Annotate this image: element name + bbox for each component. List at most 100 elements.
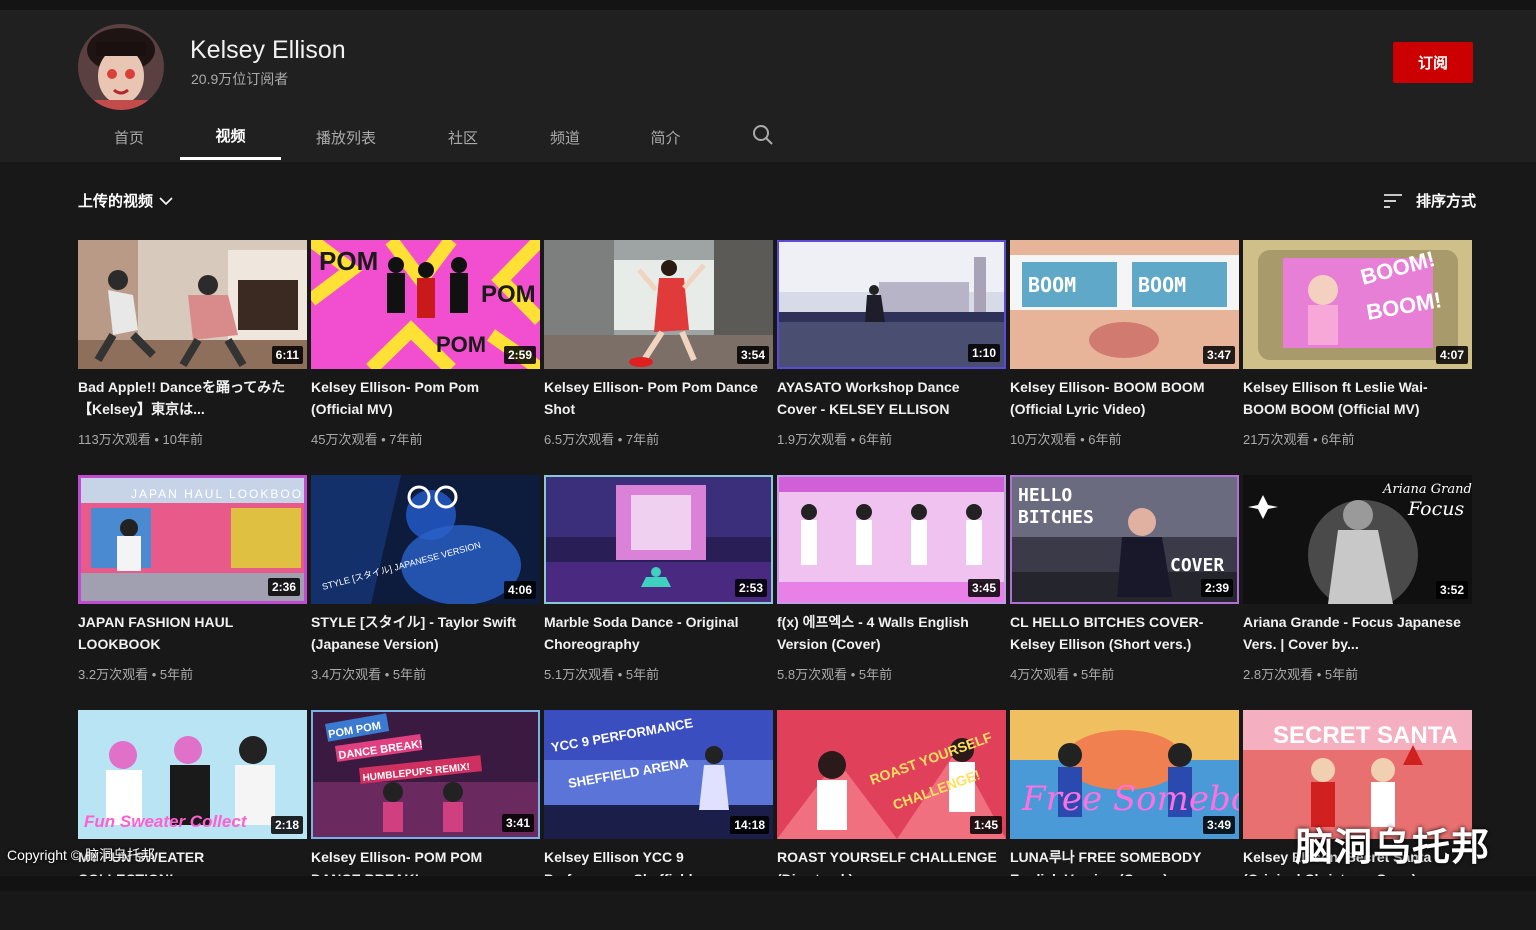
video-title[interactable]: JAPAN FASHION HAUL LOOKBOOK <box>78 611 300 655</box>
video-title[interactable]: AYASATO Workshop Dance Cover - KELSEY EL… <box>777 376 999 420</box>
sort-button[interactable]: 排序方式 <box>1382 190 1476 211</box>
video-thumbnail[interactable]: BOOM BOOM 3:47 <box>1010 240 1239 369</box>
copyright-watermark: Copyright © 脑洞乌托邦 <box>7 847 156 863</box>
video-card[interactable]: JAPAN HAUL LOOKBOOK 2:36 JAPAN FASHION H… <box>78 475 307 695</box>
tab-videos[interactable]: 视频 <box>180 114 281 160</box>
video-thumbnail[interactable]: 3:54 <box>544 240 773 369</box>
video-card[interactable]: BOOM BOOM 3:47 Kelsey Ellison- BOOM BOOM… <box>1010 240 1239 460</box>
video-card[interactable]: 6:11 Bad Apple!! Danceを踊ってみた【Kelsey】東京は.… <box>78 240 307 460</box>
video-title[interactable]: Bad Apple!! Danceを踊ってみた【Kelsey】東京は... <box>78 376 300 420</box>
subscribe-button[interactable]: 订阅 <box>1393 42 1473 83</box>
video-card[interactable]: POM POM POM 2:59 Kelsey Ellison- Pom Pom… <box>311 240 540 460</box>
video-meta: 21万次观看 • 6年前 <box>1243 432 1355 447</box>
sort-icon <box>1383 193 1402 208</box>
svg-text:COVER: COVER <box>1170 555 1224 576</box>
channel-avatar[interactable] <box>78 24 164 110</box>
video-thumbnail[interactable]: Ariana Grande Focus 3:52 <box>1243 475 1472 604</box>
chevron-down-icon <box>159 196 173 205</box>
video-card[interactable]: POM POM DANCE BREAK! HUMBLEPUPS REMIX! 3… <box>311 710 540 930</box>
bottom-band <box>0 876 1536 891</box>
svg-text:Ariana Grande: Ariana Grande <box>1382 482 1472 497</box>
video-thumbnail[interactable]: Fun Sweater Collect 2:18 <box>78 710 307 839</box>
video-duration: 3:41 <box>501 814 534 832</box>
video-card[interactable]: Free Somebody 3:49 LUNA루나 FREE SOMEBODY … <box>1010 710 1239 930</box>
video-duration: 6:11 <box>271 346 303 364</box>
video-duration: 3:49 <box>1202 816 1235 834</box>
video-card[interactable]: 2:53 Marble Soda Dance - Original Choreo… <box>544 475 773 695</box>
video-title[interactable]: Marble Soda Dance - Original Choreograph… <box>544 611 766 655</box>
video-thumbnail[interactable]: STYLE [スタイル] JAPANESE VERSION 4:06 <box>311 475 540 604</box>
video-card[interactable]: 1:10 AYASATO Workshop Dance Cover - KELS… <box>777 240 1006 460</box>
video-thumbnail[interactable]: POM POM POM 2:59 <box>311 240 540 369</box>
video-card[interactable]: YCC 9 PERFORMANCE SHEFFIELD ARENA 14:18 … <box>544 710 773 930</box>
video-title[interactable]: CL HELLO BITCHES COVER- Kelsey Ellison (… <box>1010 611 1232 655</box>
tab-channels[interactable]: 频道 <box>515 114 615 160</box>
svg-text:Focus: Focus <box>1407 498 1464 520</box>
svg-text:BOOM: BOOM <box>1138 273 1186 297</box>
video-card[interactable]: STYLE [スタイル] JAPANESE VERSION 4:06 STYLE… <box>311 475 540 695</box>
browser-top-strip <box>0 0 1536 10</box>
video-duration: 3:45 <box>967 579 1000 597</box>
video-meta: 2.8万次观看 • 5年前 <box>1243 667 1359 682</box>
video-thumbnail[interactable]: 3:45 <box>777 475 1006 604</box>
video-meta: 1.9万次观看 • 6年前 <box>777 432 893 447</box>
section-title: 上传的视频 <box>78 193 154 210</box>
video-thumbnail[interactable]: Free Somebody 3:49 <box>1010 710 1239 839</box>
video-duration: 3:54 <box>736 346 769 364</box>
video-card[interactable]: ROAST YOURSELF CHALLENGE! 1:45 ROAST YOU… <box>777 710 1006 930</box>
section-bar: 上传的视频 排序方式 <box>78 186 1476 216</box>
uploads-dropdown[interactable]: 上传的视频 <box>78 190 173 211</box>
video-duration: 1:45 <box>969 816 1002 834</box>
video-meta: 5.1万次观看 • 5年前 <box>544 667 660 682</box>
video-duration: 1:10 <box>967 344 1000 362</box>
video-thumbnail[interactable]: YCC 9 PERFORMANCE SHEFFIELD ARENA 14:18 <box>544 710 773 839</box>
video-title[interactable]: Kelsey Ellison- Pom Pom Dance Shot <box>544 376 766 420</box>
video-title[interactable]: Kelsey Ellison ft Leslie Wai- BOOM BOOM … <box>1243 376 1465 420</box>
video-card[interactable]: Fun Sweater Collect 2:18 MY FUN SWEATER … <box>78 710 307 930</box>
channel-name: Kelsey Ellison <box>190 36 346 64</box>
video-thumbnail[interactable]: 1:10 <box>777 240 1006 369</box>
video-title[interactable]: STYLE [スタイル] - Taylor Swift (Japanese Ve… <box>311 611 533 655</box>
video-thumbnail[interactable]: BOOM! BOOM! 4:07 <box>1243 240 1472 369</box>
video-thumbnail[interactable]: 2:53 <box>544 475 773 604</box>
video-duration: 2:39 <box>1200 579 1233 597</box>
video-thumbnail[interactable]: 6:11 <box>78 240 307 369</box>
video-card[interactable]: BOOM! BOOM! 4:07 Kelsey Ellison ft Lesli… <box>1243 240 1472 460</box>
video-card[interactable]: HELLO BITCHES COVER 2:39 CL HELLO BITCHE… <box>1010 475 1239 695</box>
video-meta: 45万次观看 • 7年前 <box>311 432 423 447</box>
tab-about[interactable]: 简介 <box>615 114 716 160</box>
tab-playlists[interactable]: 播放列表 <box>281 114 411 160</box>
video-duration: 14:18 <box>730 816 769 834</box>
svg-text:SECRET SANTA: SECRET SANTA <box>1273 722 1458 749</box>
video-meta: 3.4万次观看 • 5年前 <box>311 667 427 682</box>
video-meta: 4万次观看 • 5年前 <box>1010 667 1115 682</box>
video-thumbnail[interactable]: JAPAN HAUL LOOKBOOK 2:36 <box>78 475 307 604</box>
video-title[interactable]: f(x) 에프엑스 - 4 Walls English Version (Cov… <box>777 611 999 655</box>
video-meta: 10万次观看 • 6年前 <box>1010 432 1122 447</box>
video-thumbnail[interactable]: HELLO BITCHES COVER 2:39 <box>1010 475 1239 604</box>
search-icon[interactable] <box>752 124 774 146</box>
video-duration: 4:06 <box>503 581 536 599</box>
video-card[interactable]: 3:45 f(x) 에프엑스 - 4 Walls English Version… <box>777 475 1006 695</box>
video-title[interactable]: Kelsey Ellison- Pom Pom (Official MV) <box>311 376 533 420</box>
video-duration: 3:47 <box>1202 346 1235 364</box>
channel-header: Kelsey Ellison 20.9万位订阅者 订阅 首页 视频 播放列表 社… <box>0 10 1536 162</box>
svg-text:POM: POM <box>436 332 486 357</box>
video-duration: 4:07 <box>1435 346 1468 364</box>
video-duration: 3:52 <box>1435 581 1468 599</box>
video-duration: 2:18 <box>270 816 303 834</box>
video-card[interactable]: Ariana Grande Focus 3:52 Ariana Grande -… <box>1243 475 1472 695</box>
tab-home[interactable]: 首页 <box>78 114 180 160</box>
video-card[interactable]: 3:54 Kelsey Ellison- Pom Pom Dance Shot … <box>544 240 773 460</box>
svg-text:Fun Sweater Collect: Fun Sweater Collect <box>84 812 248 831</box>
video-thumbnail[interactable]: ROAST YOURSELF CHALLENGE! 1:45 <box>777 710 1006 839</box>
video-duration: 2:59 <box>503 346 536 364</box>
tab-community[interactable]: 社区 <box>411 114 515 160</box>
video-title[interactable]: Ariana Grande - Focus Japanese Vers. | C… <box>1243 611 1465 655</box>
video-meta: 5.8万次观看 • 5年前 <box>777 667 893 682</box>
video-duration: 2:36 <box>267 578 300 596</box>
svg-text:HELLO: HELLO <box>1018 485 1072 506</box>
video-title[interactable]: Kelsey Ellison- BOOM BOOM (Official Lyri… <box>1010 376 1232 420</box>
svg-text:BOOM: BOOM <box>1028 273 1076 297</box>
video-thumbnail[interactable]: POM POM DANCE BREAK! HUMBLEPUPS REMIX! 3… <box>311 710 540 839</box>
